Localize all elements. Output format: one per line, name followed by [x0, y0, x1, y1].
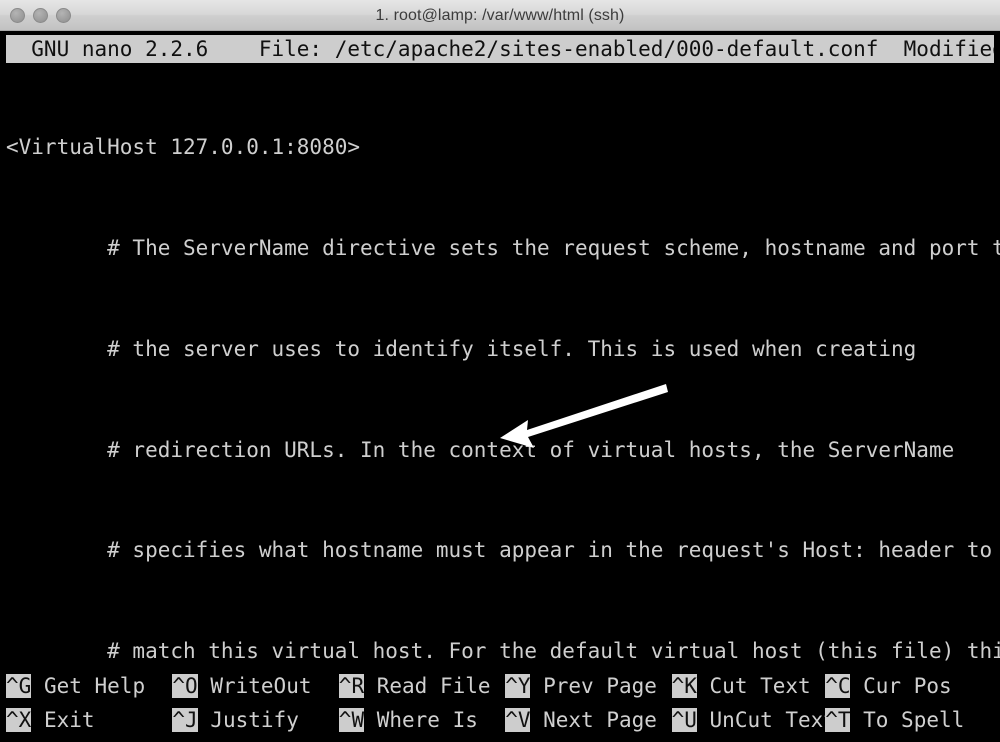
shortcut-item[interactable]: ^Y Prev Page — [505, 670, 657, 704]
shortcut-item[interactable]: ^G Get Help — [6, 670, 145, 704]
shortcut-item[interactable]: ^K Cut Text — [671, 670, 811, 704]
shortcut-key: ^C — [825, 674, 851, 698]
shortcut-key: ^O — [172, 674, 198, 698]
shortcut-item[interactable]: ^R Read File — [338, 670, 491, 704]
buffer-line[interactable]: # match this virtual host. For the defau… — [6, 635, 1000, 669]
shortcut-label: Where Is — [364, 707, 478, 732]
shortcut-label: Get Help — [31, 674, 146, 698]
shortcut-key: ^V — [505, 707, 531, 732]
buffer-line[interactable]: # The ServerName directive sets the requ… — [6, 232, 1000, 266]
window-title: 1. root@lamp: /var/www/html (ssh) — [375, 7, 625, 24]
shortcut-label: UnCut Text — [696, 707, 836, 732]
shortcut-label: Cut Text — [696, 674, 811, 698]
nano-text-buffer[interactable]: <VirtualHost 127.0.0.1:8080> # The Serve… — [6, 64, 1000, 742]
buffer-line[interactable]: # the server uses to identify itself. Th… — [6, 333, 1000, 367]
shortcut-item[interactable]: ^O WriteOut — [172, 670, 311, 704]
shortcut-key: ^K — [671, 674, 697, 698]
shortcut-item[interactable]: ^U UnCut Text — [671, 704, 836, 738]
shortcut-item[interactable]: ^T To Spell — [825, 704, 964, 738]
shortcut-label: Cur Pos — [850, 674, 952, 698]
shortcut-key: ^R — [338, 674, 365, 698]
shortcut-label: WriteOut — [197, 674, 312, 698]
buffer-line[interactable]: # redirection URLs. In the context of vi… — [6, 434, 1000, 468]
terminal-screen[interactable]: GNU nano 2.2.6 File: /etc/apache2/sites-… — [0, 31, 1000, 742]
shortcut-item[interactable]: ^X Exit — [6, 704, 95, 738]
shortcut-key: ^Y — [505, 674, 531, 698]
window-titlebar: 1. root@lamp: /var/www/html (ssh) — [0, 0, 1000, 31]
buffer-line[interactable]: <VirtualHost 127.0.0.1:8080> — [6, 131, 1000, 165]
terminal-window: 1. root@lamp: /var/www/html (ssh) GNU na… — [0, 0, 1000, 742]
shortcut-item[interactable]: ^W Where Is — [338, 704, 478, 738]
shortcut-label: To Spell — [850, 707, 965, 732]
shortcut-key: ^G — [6, 674, 32, 698]
shortcut-label: Read File — [364, 674, 491, 698]
shortcut-row-1: ^G Get Help ^O WriteOut ^R Read File ^Y Pre… — [6, 670, 1000, 704]
shortcut-row-2: ^X Exit ^J Justify ^W Where Is ^V Next Page… — [6, 704, 1000, 738]
shortcut-label: Exit — [31, 707, 95, 732]
shortcut-label: Next Page — [530, 707, 657, 732]
shortcut-key: ^W — [338, 707, 365, 732]
shortcut-key: ^X — [6, 707, 32, 732]
shortcut-key: ^T — [825, 707, 851, 732]
shortcut-item[interactable]: ^C Cur Pos — [825, 670, 952, 704]
shortcut-key: ^J — [172, 707, 198, 732]
shortcut-item[interactable]: ^V Next Page — [505, 704, 657, 738]
shortcut-label: Prev Page — [530, 674, 657, 698]
shortcut-item[interactable]: ^J Justify — [172, 704, 299, 738]
shortcut-label: Justify — [197, 707, 299, 732]
shortcut-key: ^U — [671, 707, 697, 732]
nano-shortcut-bar: ^G Get Help ^O WriteOut ^R Read File ^Y Pre… — [0, 670, 1000, 742]
nano-status-bar: GNU nano 2.2.6 File: /etc/apache2/sites-… — [6, 35, 994, 63]
buffer-line[interactable]: # specifies what hostname must appear in… — [6, 534, 1000, 568]
